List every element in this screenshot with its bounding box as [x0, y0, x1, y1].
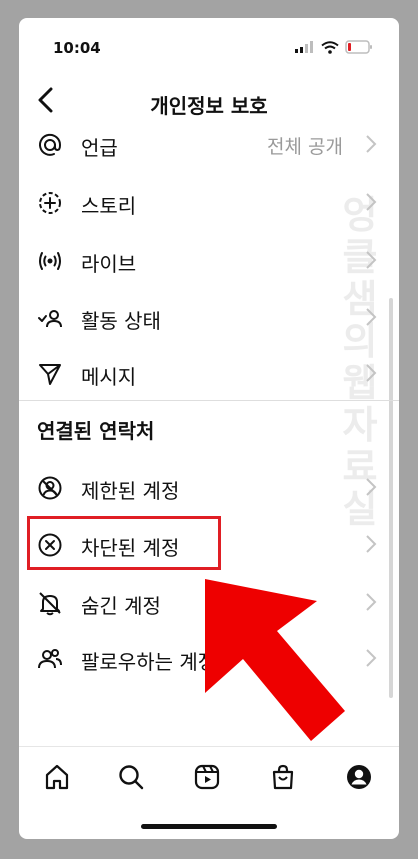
settings-row-activity-status[interactable]: 활동 상태 — [19, 297, 399, 337]
row-label: 제한된 계정 — [81, 479, 180, 503]
chevron-right-icon — [366, 593, 377, 611]
battery-low-icon — [345, 40, 372, 54]
status-icons — [295, 40, 373, 54]
paper-plane-icon — [37, 361, 63, 387]
highlight-box — [27, 516, 221, 570]
shop-icon — [272, 764, 294, 790]
chevron-right-icon — [366, 649, 377, 667]
section-divider — [19, 400, 399, 401]
profile-icon — [347, 765, 371, 789]
chevron-right-icon — [366, 364, 377, 382]
people-icon — [37, 646, 63, 672]
row-label: 팔로우하는 계정 — [81, 650, 217, 674]
row-label: 언급 — [81, 136, 118, 160]
reels-icon — [194, 764, 220, 790]
chevron-right-icon — [366, 193, 377, 211]
story-add-icon — [37, 190, 63, 216]
settings-row-restricted[interactable]: 제한된 계정 — [19, 467, 399, 507]
search-icon — [119, 765, 144, 790]
activity-status-icon — [37, 305, 63, 331]
chevron-right-icon — [366, 251, 377, 269]
tab-profile[interactable] — [343, 761, 375, 793]
phone-screen: 10:04 개인정보 보호 엉클샘의웹자료실 언급 전체 공개 스토리 라이브 … — [19, 18, 399, 839]
chevron-right-icon — [366, 308, 377, 326]
row-value: 전체 공개 — [267, 136, 343, 158]
tab-search[interactable] — [115, 761, 147, 793]
wifi-icon — [321, 40, 339, 54]
at-sign-icon — [37, 132, 63, 158]
home-indicator — [141, 824, 277, 829]
section-title: 연결된 연락처 — [37, 419, 155, 443]
status-bar: 10:04 — [19, 18, 399, 74]
settings-row-live[interactable]: 라이브 — [19, 240, 399, 280]
header: 개인정보 보호 — [19, 80, 399, 124]
restricted-account-icon — [37, 475, 63, 501]
live-broadcast-icon — [37, 248, 63, 274]
tab-reels[interactable] — [191, 761, 223, 793]
red-arrow-annotation — [205, 579, 345, 741]
tab-bar — [19, 746, 399, 803]
chevron-right-icon — [366, 478, 377, 496]
row-label: 활동 상태 — [81, 309, 161, 333]
tab-shop[interactable] — [267, 761, 299, 793]
muted-bell-icon — [37, 590, 63, 616]
row-label: 숨긴 계정 — [81, 594, 161, 618]
signal-icon — [295, 41, 313, 53]
settings-row-mentions[interactable]: 언급 전체 공개 — [19, 124, 399, 164]
status-time: 10:04 — [53, 39, 101, 57]
chevron-right-icon — [366, 535, 377, 553]
home-icon — [45, 764, 69, 790]
row-label: 스토리 — [81, 194, 137, 218]
settings-row-messages[interactable]: 메시지 — [19, 353, 399, 393]
chevron-right-icon — [366, 135, 377, 153]
page-title: 개인정보 보호 — [150, 94, 268, 118]
settings-row-story[interactable]: 스토리 — [19, 182, 399, 222]
row-label: 메시지 — [81, 365, 137, 389]
row-label: 라이브 — [81, 252, 137, 276]
tab-home[interactable] — [41, 761, 73, 793]
